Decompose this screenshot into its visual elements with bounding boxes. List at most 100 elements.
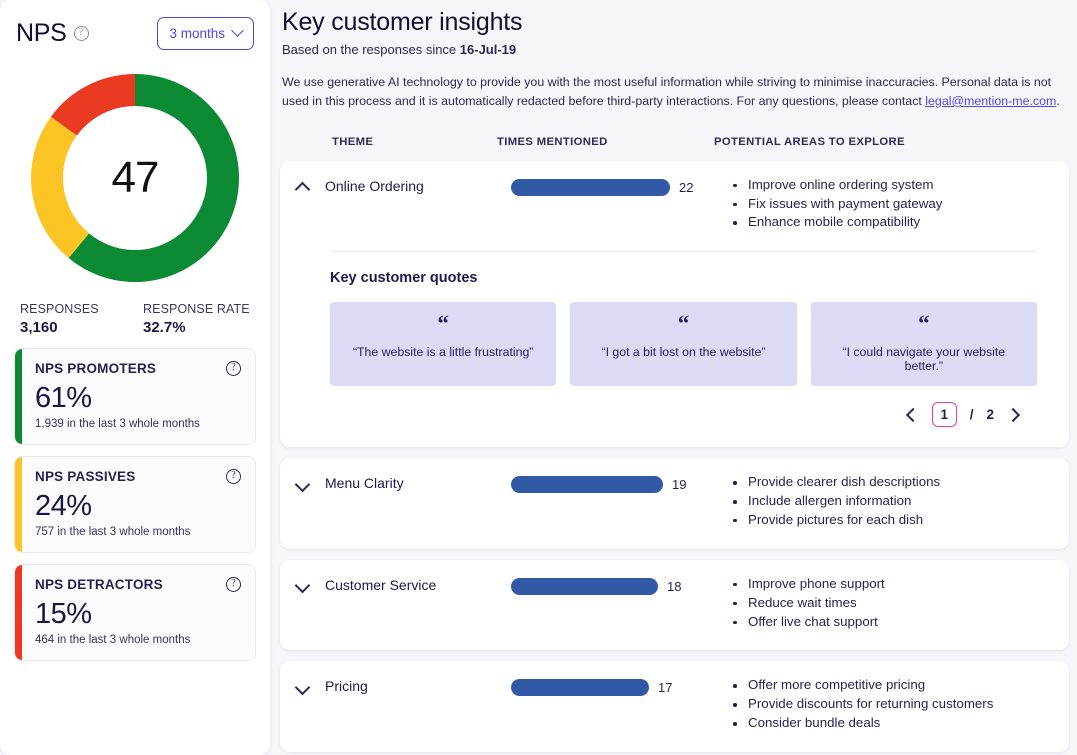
quote-card: “ “I could navigate your website better.… (810, 302, 1037, 387)
theme-name: Customer Service (325, 576, 437, 593)
areas-list: Provide clearer dish descriptions Includ… (730, 474, 1053, 529)
theme-name: Pricing (325, 678, 368, 695)
theme-areas-cell: Improve phone support Reduce wait times … (726, 576, 1053, 633)
chevron-down-icon[interactable] (296, 477, 309, 490)
areas-list: Improve online ordering system Fix issue… (730, 177, 1053, 232)
theme-bar-cell: 19 (511, 474, 726, 494)
quote-text: “I could navigate your website better.” (842, 345, 1006, 374)
list-item: Fix issues with payment gateway (730, 196, 1053, 213)
theme-name-cell[interactable]: Pricing (296, 677, 511, 694)
dashboard-root: NPS ? 3 months 47 RESPONSES 3,160 RESPON… (0, 0, 1077, 755)
theme-row: Online Ordering 22 Improve online orderi… (296, 177, 1053, 234)
theme-card-customer-service: Customer Service 18 Improve phone suppor… (280, 559, 1069, 651)
nps-stats-row: RESPONSES 3,160 RESPONSE RATE 32.7% (14, 292, 256, 340)
theme-name-cell[interactable]: Online Ordering (296, 177, 511, 194)
nps-panel: NPS ? 3 months 47 RESPONSES 3,160 RESPON… (0, 0, 270, 755)
theme-name: Menu Clarity (325, 475, 404, 492)
theme-card-menu-clarity: Menu Clarity 19 Provide clearer dish des… (280, 458, 1069, 549)
ai-disclaimer-suffix: . (1056, 93, 1060, 108)
quote-mark-icon: “ (677, 311, 690, 337)
quote-mark-icon: “ (918, 311, 930, 337)
responses-stat: RESPONSES 3,160 (20, 302, 127, 336)
legal-email-link[interactable]: legal@mention-me.com (925, 94, 1056, 108)
nps-donut-chart: 47 (21, 64, 249, 292)
segment-accent-bar (15, 565, 22, 660)
list-item: Offer more competitive pricing (730, 677, 1053, 694)
theme-bar-cell: 18 (511, 576, 726, 595)
insights-subtitle-prefix: Based on the responses since (282, 42, 460, 57)
list-item: Offer live chat support (730, 614, 1053, 631)
nps-segment-list: NPS PROMOTERS ? 61% 1,939 in the last 3 … (14, 348, 256, 661)
segment-subtext: 464 in the last 3 whole months (35, 634, 191, 646)
theme-name: Online Ordering (325, 177, 424, 194)
nps-score: 47 (111, 153, 160, 202)
list-item: Provide pictures for each dish (730, 512, 1053, 529)
times-mentioned-bar (511, 476, 663, 494)
nps-segment-card-promoters: NPS PROMOTERS ? 61% 1,939 in the last 3 … (14, 348, 256, 445)
segment-header: NPS PASSIVES ? (35, 469, 241, 484)
theme-areas-cell: Improve online ordering system Fix issue… (726, 177, 1053, 234)
period-select[interactable]: 3 months (157, 16, 254, 50)
question-circle-icon[interactable]: ? (73, 25, 89, 41)
quote-mark-icon: “ (437, 311, 449, 337)
theme-name-cell[interactable]: Menu Clarity (296, 474, 511, 491)
chevron-down-icon[interactable] (296, 578, 309, 591)
list-item: Improve phone support (730, 576, 1053, 593)
nps-header: NPS ? 3 months (14, 14, 256, 52)
response-rate-value: 32.7% (143, 319, 186, 336)
quotes-title: Key customer quotes (330, 270, 478, 287)
theme-card-pricing: Pricing 17 Offer more competitive pricin… (280, 661, 1069, 753)
segment-name: NPS PASSIVES (35, 469, 136, 484)
pagination-separator: / (969, 407, 974, 423)
chevron-up-icon[interactable] (296, 179, 309, 192)
chevron-down-icon (231, 23, 244, 37)
theme-name-cell[interactable]: Customer Service (296, 576, 511, 593)
theme-row: Customer Service 18 Improve phone suppor… (296, 576, 1053, 633)
segment-name: NPS DETRACTORS (35, 577, 163, 592)
insights-subtitle-date: 16-Jul-19 (459, 42, 517, 57)
theme-card-online-ordering: Online Ordering 22 Improve online orderi… (280, 160, 1069, 448)
segment-accent-bar (15, 457, 22, 552)
nps-segment-card-detractors: NPS DETRACTORS ? 15% 464 in the last 3 w… (14, 564, 256, 661)
chevron-right-icon[interactable] (1007, 407, 1023, 423)
themes-list: Online Ordering 22 Improve online orderi… (280, 160, 1069, 753)
theme-row: Pricing 17 Offer more competitive pricin… (296, 677, 1053, 734)
responses-label: RESPONSES (20, 302, 99, 316)
theme-bar-cell: 22 (511, 177, 726, 196)
nps-title: NPS (16, 18, 67, 47)
quotes-pagination: 1 / 2 (330, 386, 1037, 429)
segment-name: NPS PROMOTERS (35, 361, 157, 376)
areas-list: Improve phone support Reduce wait times … (730, 576, 1053, 631)
times-mentioned-value: 22 (679, 179, 694, 195)
column-header-theme: THEME (332, 135, 374, 148)
list-item: Reduce wait times (730, 595, 1053, 612)
pagination-current-page[interactable]: 1 (931, 402, 957, 428)
times-mentioned-value: 19 (672, 477, 687, 493)
insights-subtitle: Based on the responses since 16-Jul-19 (280, 42, 1069, 57)
ai-disclaimer: We use generative AI technology to provi… (280, 73, 1069, 111)
pagination-total-pages[interactable]: 2 (986, 407, 994, 422)
question-circle-icon[interactable]: ? (226, 577, 241, 592)
question-circle-icon[interactable]: ? (226, 361, 241, 376)
segment-header: NPS PROMOTERS ? (35, 361, 241, 376)
times-mentioned-value: 17 (658, 680, 673, 696)
areas-list: Offer more competitive pricing Provide d… (730, 677, 1053, 732)
page-title: Key customer insights (282, 8, 523, 36)
column-header-areas: POTENTIAL AREAS TO EXPLORE (714, 135, 905, 148)
theme-areas-cell: Provide clearer dish descriptions Includ… (726, 474, 1053, 531)
responses-value: 3,160 (20, 319, 58, 336)
chevron-left-icon[interactable] (903, 407, 919, 423)
response-rate-label: RESPONSE RATE (143, 302, 250, 316)
list-item: Provide discounts for returning customer… (730, 696, 1053, 713)
segment-subtext: 1,939 in the last 3 whole months (35, 418, 200, 430)
theme-areas-cell: Offer more competitive pricing Provide d… (726, 677, 1053, 734)
chevron-down-icon[interactable] (296, 680, 309, 693)
theme-bar-cell: 17 (511, 677, 726, 697)
list-item: Improve online ordering system (730, 177, 1053, 194)
nps-segment-card-passives: NPS PASSIVES ? 24% 757 in the last 3 who… (14, 456, 256, 553)
question-circle-icon[interactable]: ? (226, 469, 241, 484)
list-item: Enhance mobile compatibility (730, 214, 1053, 231)
quote-text: “I got a bit lost on the website” (601, 345, 766, 360)
segment-subtext: 757 in the last 3 whole months (35, 526, 191, 538)
list-item: Include allergen information (730, 493, 1053, 510)
